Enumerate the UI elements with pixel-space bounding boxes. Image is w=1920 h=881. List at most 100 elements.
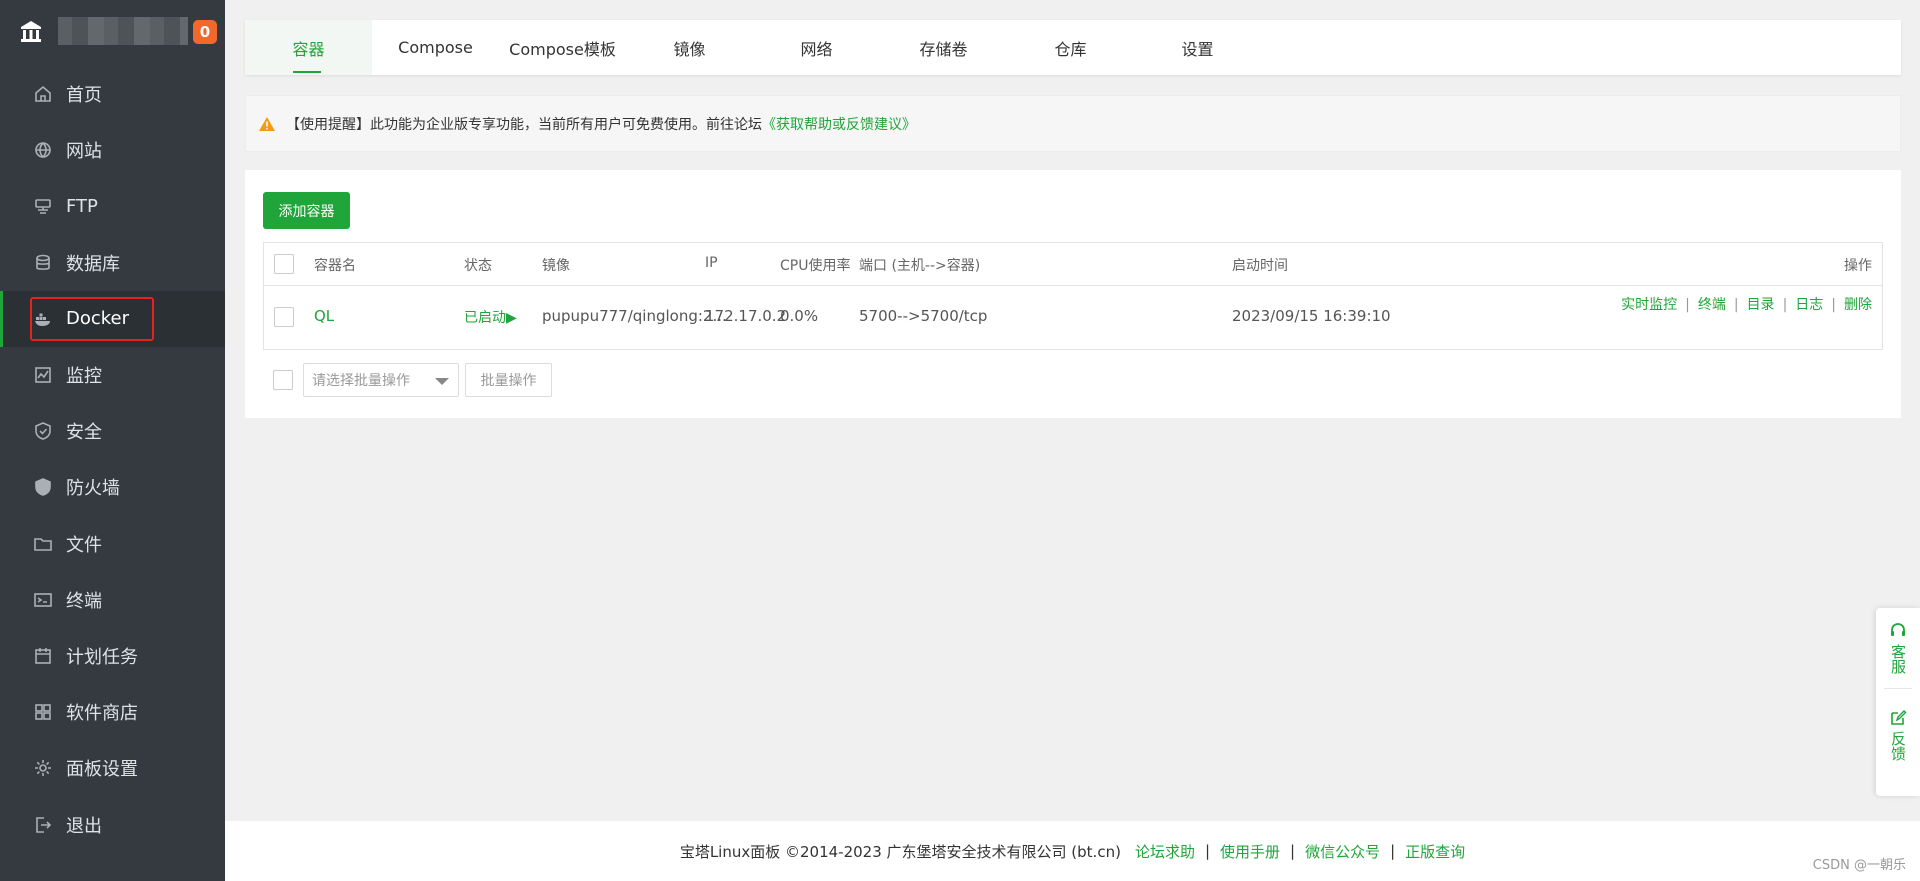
col-image: 镜像 — [542, 258, 570, 274]
batch-select-checkbox[interactable] — [273, 370, 293, 390]
table-header: 容器名 状态 镜像 IP CPU使用率 端口 (主机-->容器) 启动时间 操作 — [264, 243, 1882, 286]
sidebar-item-docker[interactable]: Docker — [0, 290, 225, 348]
edit-icon — [1891, 710, 1907, 725]
sidebar-item-label: FTP — [66, 195, 98, 217]
sidebar-item-label: 退出 — [66, 815, 102, 837]
col-port: 端口 (主机-->容器) — [859, 258, 981, 274]
folder-icon — [32, 533, 54, 555]
footer-link-wechat[interactable]: 微信公众号 — [1305, 841, 1380, 862]
headset-icon — [1891, 623, 1905, 636]
sidebar-item-ftp[interactable]: FTP — [0, 178, 225, 234]
sidebar-item-database[interactable]: 数据库 — [0, 235, 225, 291]
footer-link-license[interactable]: 正版查询 — [1405, 841, 1465, 862]
calendar-icon — [32, 645, 54, 667]
tab-compose[interactable]: Compose — [372, 20, 499, 75]
tab-networks[interactable]: 网络 — [753, 20, 880, 75]
feedback-button[interactable]: 反馈 — [1889, 695, 1907, 769]
sidebar-item-label: 终端 — [66, 590, 102, 612]
container-cpu: 0.0% — [780, 307, 819, 325]
service-label: 客服 — [1889, 644, 1907, 674]
floating-service-bar: 客服 反馈 — [1876, 608, 1920, 796]
gear-icon — [32, 757, 54, 779]
tab-registry[interactable]: 仓库 — [1007, 20, 1134, 75]
sidebar-item-label: 软件商店 — [66, 703, 138, 725]
tab-compose-template[interactable]: Compose模板 — [499, 20, 626, 75]
tab-settings[interactable]: 设置 — [1134, 20, 1261, 75]
log-link[interactable]: 日志 — [1795, 297, 1823, 313]
col-ip: IP — [705, 255, 718, 271]
sidebar-item-label: 网站 — [66, 141, 102, 163]
brand: 0 — [0, 0, 225, 62]
tab-containers[interactable]: 容器 — [245, 20, 372, 75]
copyright: 宝塔Linux面板 ©2014-2023 广东堡塔安全技术有限公司 (bt.cn… — [679, 842, 1121, 861]
batch-operation-button[interactable]: 批量操作 — [465, 363, 552, 397]
add-container-button[interactable]: 添加容器 — [263, 192, 350, 229]
sidebar-item-firewall[interactable]: 防火墙 — [0, 459, 225, 515]
usage-notice: 【使用提醒】此功能为企业版专享功能，当前所有用户可免费使用。前往论坛 《获取帮助… — [245, 95, 1901, 152]
sidebar-item-label: 首页 — [66, 85, 102, 107]
terminal-link[interactable]: 终端 — [1698, 297, 1726, 313]
shield-icon — [32, 420, 54, 442]
divider — [1884, 688, 1912, 689]
feedback-link[interactable]: 《获取帮助或反馈建议》 — [762, 114, 916, 134]
sidebar-item-website[interactable]: 网站 — [0, 122, 225, 178]
sidebar-item-label: 防火墙 — [66, 478, 120, 500]
firewall-icon — [32, 476, 54, 498]
notice-text: 【使用提醒】此功能为企业版专享功能，当前所有用户可免费使用。前往论坛 — [286, 116, 762, 133]
select-placeholder: 请选择批量操作 — [312, 373, 410, 389]
sidebar-item-monitor[interactable]: 监控 — [0, 347, 225, 403]
sidebar-item-files[interactable]: 文件 — [0, 516, 225, 572]
footer-link-manual[interactable]: 使用手册 — [1220, 841, 1280, 862]
sidebar-nav: 首页 网站 FTP 数据库 Docker 监控 安全 防火墙 文件 终端 计划任… — [0, 66, 225, 853]
batch-operation-select[interactable]: 请选择批量操作 — [303, 363, 459, 397]
sidebar-item-settings[interactable]: 面板设置 — [0, 740, 225, 796]
col-name: 容器名 — [314, 258, 356, 274]
row-checkbox[interactable] — [274, 307, 294, 327]
sidebar-item-label: 监控 — [66, 366, 102, 388]
sidebar-item-terminal[interactable]: 终端 — [0, 572, 225, 628]
chevron-down-icon — [435, 378, 449, 385]
sidebar-item-cron[interactable]: 计划任务 — [0, 628, 225, 684]
grid-icon — [32, 701, 54, 723]
sidebar-item-label: 数据库 — [66, 253, 120, 275]
col-cpu: CPU使用率 — [780, 258, 851, 274]
sidebar-item-home[interactable]: 首页 — [0, 66, 225, 122]
col-ops: 操作 — [1844, 258, 1872, 274]
sidebar-item-logout[interactable]: 退出 — [0, 796, 225, 852]
tab-volumes[interactable]: 存储卷 — [880, 20, 1007, 75]
row-operations: 实时监控 | 终端 | 目录 | 日志 | 删除 — [1621, 297, 1872, 313]
select-all-checkbox[interactable] — [274, 254, 294, 274]
feedback-label: 反馈 — [1889, 731, 1907, 761]
container-ip: 172.17.0.2 — [705, 307, 787, 325]
notification-badge[interactable]: 0 — [193, 20, 217, 44]
logout-icon — [32, 814, 54, 836]
realtime-monitor-link[interactable]: 实时监控 — [1621, 297, 1677, 313]
sidebar-item-label: 安全 — [66, 422, 102, 444]
table-row: QL 已启动▶ pupupu777/qinglong:2... 172.17.0… — [264, 286, 1882, 349]
warning-icon — [259, 116, 275, 131]
monitor-icon — [32, 364, 54, 386]
server-name-blurred — [58, 17, 188, 45]
tab-images[interactable]: 镜像 — [626, 20, 753, 75]
home-icon — [32, 83, 54, 105]
terminal-icon — [32, 589, 54, 611]
sidebar-item-label: 文件 — [66, 534, 102, 556]
col-start-time: 启动时间 — [1232, 258, 1288, 274]
sidebar-item-security[interactable]: 安全 — [0, 403, 225, 459]
docker-tabs: 容器 Compose Compose模板 镜像 网络 存储卷 仓库 设置 — [245, 20, 1901, 75]
globe-icon — [32, 139, 54, 161]
sidebar-item-store[interactable]: 软件商店 — [0, 684, 225, 740]
main-content: 容器 Compose Compose模板 镜像 网络 存储卷 仓库 设置 【使用… — [225, 0, 1920, 881]
container-start-time: 2023/09/15 16:39:10 — [1232, 307, 1391, 325]
sidebar: 0 首页 网站 FTP 数据库 Docker 监控 安全 防火墙 文件 终端 计… — [0, 0, 225, 881]
footer: 宝塔Linux面板 ©2014-2023 广东堡塔安全技术有限公司 (bt.cn… — [225, 821, 1920, 881]
directory-link[interactable]: 目录 — [1747, 297, 1775, 313]
footer-link-forum[interactable]: 论坛求助 — [1135, 841, 1195, 862]
container-image: pupupu777/qinglong:2... — [542, 307, 727, 325]
highlight-box — [30, 296, 154, 341]
status-toggle[interactable]: 已启动▶ — [464, 307, 517, 327]
database-icon — [32, 252, 54, 274]
container-name-link[interactable]: QL — [314, 307, 334, 325]
customer-service-button[interactable]: 客服 — [1889, 608, 1907, 682]
delete-link[interactable]: 删除 — [1844, 297, 1872, 313]
